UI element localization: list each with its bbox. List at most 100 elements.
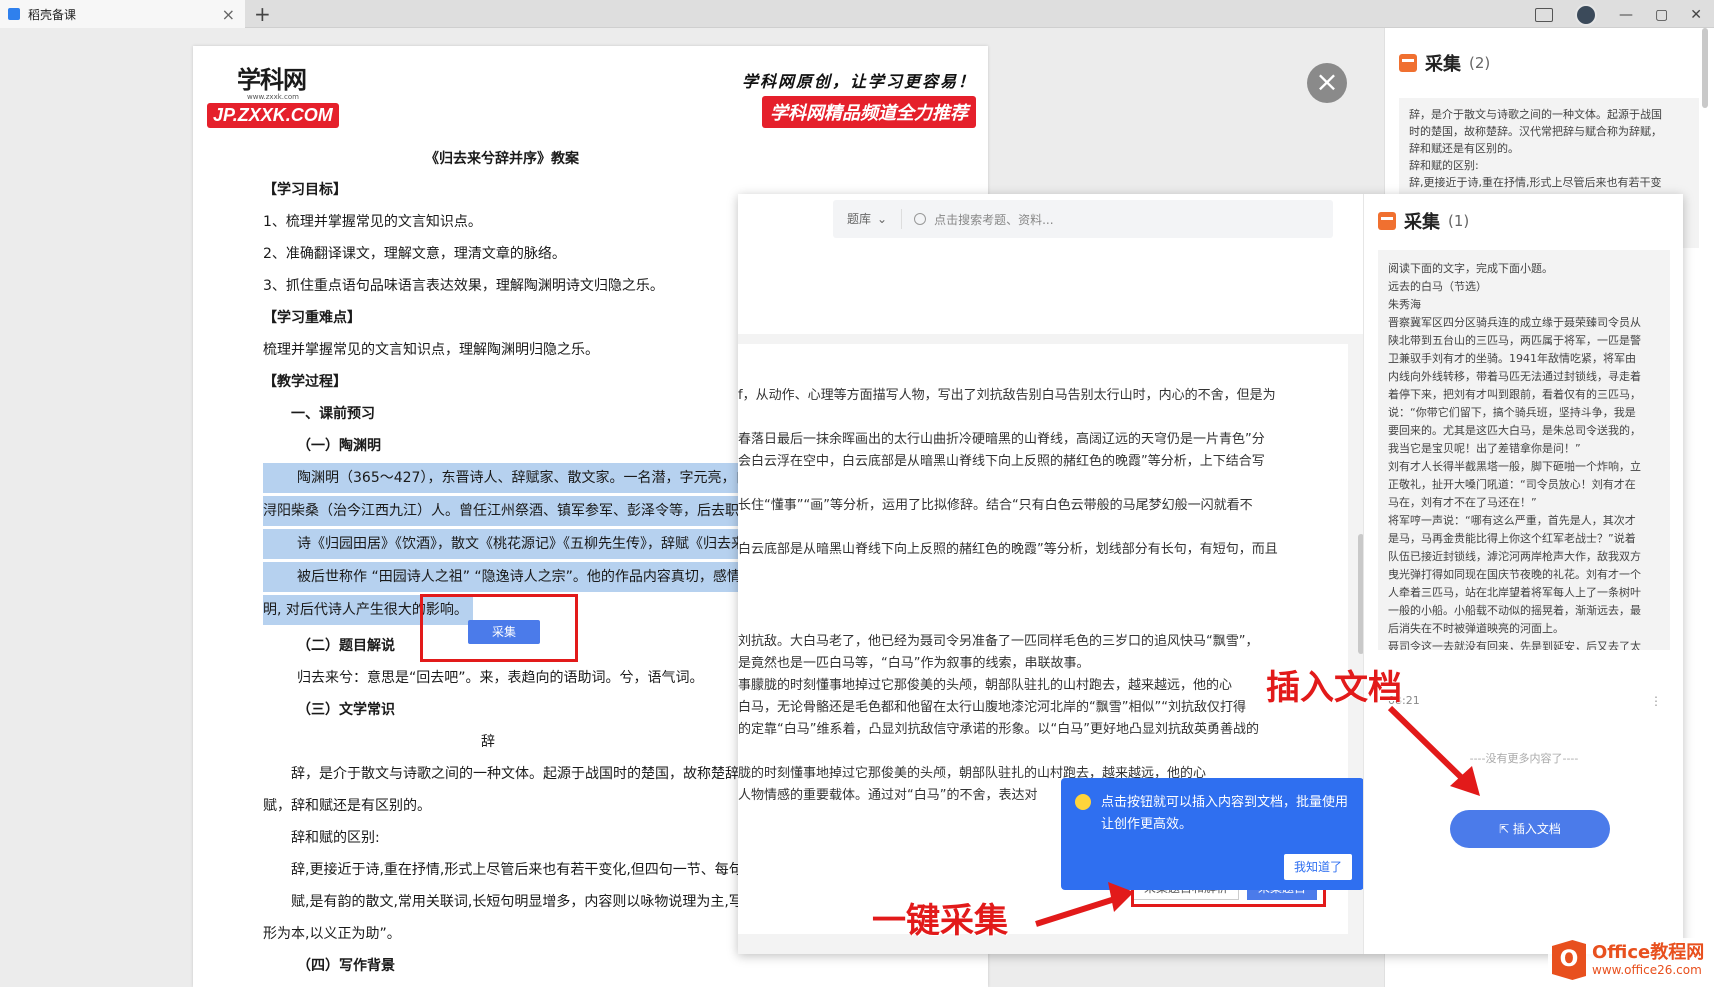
insert-icon: ⇱	[1499, 822, 1513, 836]
window-controls: — ▢ ✕	[1535, 4, 1702, 26]
card-line: 远去的白马（节选）	[1388, 280, 1487, 293]
card-line: 一般的小船。小船载不动似的摇晃着，渐渐远去，最	[1388, 604, 1641, 617]
chevron-down-icon: ⌄	[877, 212, 888, 226]
card-line: 着停下来，把刘有才叫到跟前，看着仅有的三匹马，	[1388, 388, 1641, 401]
overlay-collect-card[interactable]: 阅读下面的文字，完成下面小题。 远去的白马（节选） 朱秀海 晋察冀军区四分区骑兵…	[1378, 250, 1670, 650]
insert-document-button[interactable]: ⇱ 插入文档	[1450, 810, 1610, 848]
annotation-one-click-collect: 一键采集	[872, 901, 1008, 941]
card-line: 后消失在不时被弹道映亮的河面上。	[1388, 622, 1564, 635]
outline-icon[interactable]	[1535, 8, 1554, 22]
more-options-icon[interactable]: ⋮	[1650, 694, 1662, 708]
doc-line: 3、抓住重点语句品味语言表达效果，理解陶渊明诗文归隐之乐。	[263, 278, 664, 294]
collect-button[interactable]: 采集	[468, 620, 540, 644]
maximize-icon[interactable]: ▢	[1655, 7, 1668, 23]
zxxk-logo: 学科网 www.zxxk.com JP.ZXXK.COM	[207, 60, 339, 128]
doc-line: 【学习目标】	[263, 182, 347, 198]
content-line: 白云底部是从暗黑山脊线下向上反照的赭红色的晚霞”等分析，划线部分有长句，有短句，…	[738, 542, 1278, 557]
doc-line: （一）陶渊明	[297, 438, 381, 454]
card-line: 队伍已接近封锁线，滹沱河两岸枪声大作，敌我双方	[1388, 550, 1641, 563]
content-line: 的定靠“白马”维系着，凸显刘抗敌信守承诺的形象。以“白马”更好地凸显刘抗敌英勇善…	[738, 722, 1259, 737]
doc-line: （二）题目解说	[297, 638, 395, 654]
tab-title: 稻壳备课	[28, 7, 77, 22]
card-line: 内线向外线转移，带着马匹无法通过封锁线，寻走着	[1388, 370, 1641, 383]
search-category-select[interactable]: 题库 ⌄	[833, 209, 903, 229]
content-line: 人物情感的重要载体。通过对“白马”的不舍，表达对	[738, 788, 1038, 803]
card-line: 聂司令这一去就没有回来，先是到延安，后又去了太	[1388, 640, 1641, 650]
card-line: 马在，刘有才不在了马还在！”	[1388, 496, 1537, 509]
doc-line: 梳理并掌握常见的文言知识点，理解陶渊明归隐之乐。	[263, 342, 599, 358]
content-line: 刘抗敌。大白马老了，他已经为聂司令另准备了一匹同样毛色的三岁口的追风快马“飘雪”…	[738, 634, 1259, 649]
title-bar: 稻壳备课 × + — ▢ ✕	[0, 0, 1714, 28]
logo-sub: www.zxxk.com	[247, 93, 299, 101]
tip-got-it-button[interactable]: 我知道了	[1283, 854, 1352, 880]
lightbulb-icon	[1075, 794, 1091, 810]
doc-line: 归去来兮：意思是“回去吧”。来，表趋向的语助词。兮，语气词。	[297, 670, 704, 686]
overlay-collect-header: 采集 (1)	[1378, 208, 1469, 234]
banner: 学科网精品频道全力推荐	[762, 96, 976, 128]
doc-line: 【教学过程】	[263, 374, 347, 390]
doc-line: 赋，辞和赋还是有区别的。	[263, 798, 431, 814]
insert-document-label: 插入文档	[1512, 822, 1561, 836]
outer-collect-count: (2)	[1469, 54, 1491, 72]
card-line: 朱秀海	[1388, 298, 1421, 311]
arrow-to-collect-icon	[1035, 882, 1134, 927]
outer-panel-scrollbar[interactable]	[1702, 28, 1708, 108]
new-tab-button[interactable]: +	[254, 2, 271, 26]
doc-line: 【学习重难点】	[263, 310, 361, 326]
search-bar: 题库 ⌄ 点击搜索考题、资料...	[833, 200, 1333, 238]
office-logo: O	[1552, 940, 1586, 980]
doc-line: 赋,是有韵的散文,常用关联词,长短句明显增多，内容则以咏物说理为主,写	[291, 894, 743, 910]
card-line: 曳光弹打得如同现在国庆节夜晚的礼花。刘有才一个	[1388, 568, 1641, 581]
search-category-label: 题库	[847, 212, 872, 226]
close-overlay-icon[interactable]: ×	[1307, 63, 1347, 103]
card-line: 要回来的。尤其是这匹大白马，是朱总司令送我的，	[1388, 424, 1641, 437]
close-window-icon[interactable]: ✕	[1690, 7, 1702, 23]
doc-line: 1、梳理并掌握常见的文言知识点。	[263, 214, 482, 230]
content-line: 春落日最后一抹余晖画出的太行山曲折冷硬暗黑的山脊线，高阔辽远的天穹仍是一片青色”…	[738, 432, 1265, 447]
doc-line: 一、课前预习	[291, 406, 375, 422]
slogan: 学科网原创，让学习更容易！	[741, 72, 976, 91]
watermark: O Office教程网 www.office26.com	[1548, 938, 1709, 982]
watermark-title: Office教程网	[1592, 942, 1705, 963]
doc-title: 《归去来兮辞并序》教案	[425, 151, 579, 167]
card-line: 卫兼驭手刘有才的坐骑。1941年敌情吃紧，将军由	[1388, 352, 1636, 365]
arrow-to-insert-icon	[1387, 705, 1480, 796]
overlay-main: 题库 ⌄ 点击搜索考题、资料... f，从动作、心理等方面描写人物，写出了刘抗敌…	[738, 194, 1364, 954]
overlay-topbar: 题库 ⌄ 点击搜索考题、资料...	[738, 194, 1363, 334]
doc-line: 辞,更接近于诗,重在抒情,形式上尽管后来也有若干变化,但四句一节、每句	[291, 862, 743, 878]
doc-line: 2、准确翻译课文，理解文意，理清文章的脉络。	[263, 246, 566, 262]
card-line: 说：“你带它们留下，搞个骑兵班，坚持斗争，我是	[1388, 406, 1636, 419]
content-line: 是竟然也是一匹白马等，“白马”作为叙事的线索，串联故事。	[738, 656, 1090, 671]
card-line: 时的楚国，故称楚辞。汉代常把辞与赋合称为辞赋，	[1409, 125, 1662, 138]
card-line: 正敬礼，扯开大嗓门吼道：“司令员放心！刘有才在	[1388, 478, 1636, 491]
tab-daoke[interactable]: 稻壳备课 ×	[0, 0, 245, 28]
card-line: 将军哼一声说：“哪有这么严重，首先是人，其次才	[1388, 514, 1636, 527]
watermark-url: www.office26.com	[1592, 963, 1702, 977]
tab-close-icon[interactable]: ×	[222, 5, 235, 24]
doc-line: 辞	[481, 734, 495, 750]
usage-tip: 点击按钮就可以插入内容到文档，批量使用让创作更高效。 我知道了	[1061, 778, 1364, 890]
logo-domain: JP.ZXXK.COM	[207, 103, 339, 128]
search-icon	[914, 213, 927, 225]
outer-collect-title: 采集	[1425, 54, 1461, 75]
card-line: 阅读下面的文字，完成下面小题。	[1388, 262, 1553, 275]
card-line: 辞和赋的区别:	[1409, 159, 1479, 172]
doc-line: 辞，是介于散文与诗歌之间的一种文体。起源于战国时的楚国，故称楚辞	[291, 766, 739, 782]
content-line: 会白云浮在空中，白云底部是从暗黑山脊线下向上反照的赭红色的晚霞”等分析，上下结合…	[738, 454, 1265, 469]
avatar[interactable]	[1575, 4, 1598, 26]
outer-collect-header: 采集 (2)	[1399, 50, 1490, 76]
card-line: 辞，是介于散文与诗歌之间的一种文体。起源于战国	[1409, 108, 1662, 121]
card-line: 陕北带到五台山的三匹马，两匹属于将军，一匹是警	[1388, 334, 1641, 347]
overlay-collect-panel: 采集 (1) 阅读下面的文字，完成下面小题。 远去的白马（节选） 朱秀海 晋察冀…	[1363, 194, 1683, 954]
collect-basket-icon	[1378, 212, 1396, 230]
card-line: 辞,更接近于诗,重在抒情,形式上尽管后来也有若干变	[1409, 176, 1662, 189]
resource-overlay: 题库 ⌄ 点击搜索考题、资料... f，从动作、心理等方面描写人物，写出了刘抗敌…	[738, 194, 1683, 954]
search-input[interactable]: 点击搜索考题、资料...	[934, 211, 1053, 228]
card-line: 是马，马再金贵能比得上你这个红军老战士？”说着	[1388, 532, 1636, 545]
card-line: 我当它是宝贝呢！出了差错拿你是问！”	[1388, 442, 1581, 455]
content-line: 白马，无论骨骼还是毛色都和他留在太行山腹地漆沱河北岸的“飘雪”相似”“刘抗敌仅打…	[738, 700, 1246, 715]
minimize-icon[interactable]: —	[1619, 7, 1633, 23]
content-line: 长住“懂事”“画”等分析，运用了比拟修辞。结合“只有白色云带般的马尾梦幻般一闪就…	[738, 498, 1253, 513]
content-line: f，从动作、心理等方面描写人物，写出了刘抗敌告别白马告别太行山时，内心的不舍，但…	[738, 388, 1276, 403]
collect-basket-icon	[1399, 54, 1417, 72]
